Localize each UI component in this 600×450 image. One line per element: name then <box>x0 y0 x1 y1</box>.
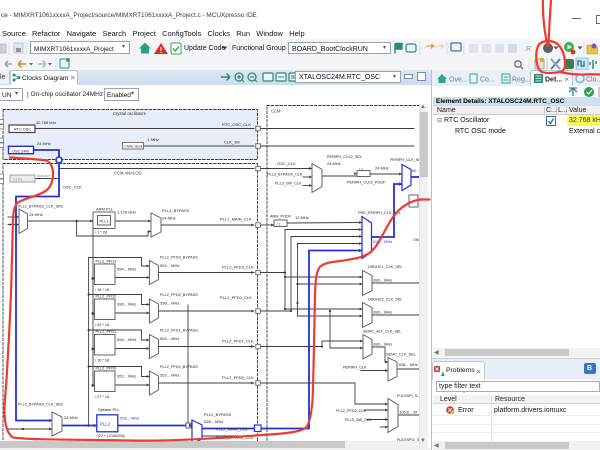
svg-text:RTC OSC: RTC OSC <box>14 128 31 132</box>
svg-text:1.176 GHz: 1.176 GHz <box>117 210 136 215</box>
svg-text:USDHC2_CLK_SEL: USDHC2_CLK_SEL <box>368 298 402 302</box>
svg-text:CLK1: CLK1 <box>13 178 23 182</box>
svg-text:352... MHz: 352... MHz <box>117 374 136 379</box>
svg-text:PLL2_BYPASS: PLL2_BYPASS <box>204 412 232 417</box>
svg-text:528... MHz: 528... MHz <box>373 239 392 244</box>
svg-text:PLL2_BYPASS_CLK_SRC: PLL2_BYPASS_CLK_SRC <box>18 403 64 407</box>
svg-text:PLL2_PFD2_CLK: PLL2_PFD2_CLK <box>336 409 367 413</box>
svg-text:/ 24 * 18: / 24 * 18 <box>95 323 109 327</box>
svg-text:24 MHz: 24 MHz <box>375 166 389 171</box>
svg-text:1 MHz clock: 1 MHz clock <box>124 144 143 148</box>
svg-text:528... MHz: 528... MHz <box>120 416 139 421</box>
svg-text:396... MHz: 396... MHz <box>160 301 179 306</box>
svg-text:396... MHz: 396... MHz <box>373 342 392 347</box>
svg-text:ARM PLL: ARM PLL <box>96 207 114 212</box>
svg-text:PERIPH_CLK: PERIPH_CLK <box>343 366 367 370</box>
svg-text:Reg...: Reg... <box>512 77 531 84</box>
svg-text:/ 2: / 2 <box>277 222 281 226</box>
svg-text:/ 1: / 1 <box>359 168 363 172</box>
svg-text:528... MHz: 528... MHz <box>399 362 418 367</box>
svg-text:PLL2_PFD0_BYPASS: PLL2_PFD0_BYPASS <box>160 365 198 369</box>
svg-text:PLL1: PLL1 <box>100 219 110 224</box>
svg-text:PLL2_PFD3_BYPASS: PLL2_PFD3_BYPASS <box>160 256 198 260</box>
svg-text:396... MHz: 396... MHz <box>373 310 392 315</box>
svg-text:PLL2_PFD1_BYPASS: PLL2_PFD1_BYPASS <box>160 329 198 333</box>
svg-text:PLL2_MAIN_CLK: PLL2_MAIN_CLK <box>216 427 248 432</box>
svg-text:105.6... M: 105.6... M <box>399 410 417 415</box>
svg-text:FLEXSPI_S...: FLEXSPI_S... <box>397 394 419 398</box>
svg-text:System PLL: System PLL <box>98 407 120 412</box>
svg-text:594... MHz: 594... MHz <box>160 263 179 268</box>
svg-text:24 MHz: 24 MHz <box>37 141 51 146</box>
svg-text:396... MHz: 396... MHz <box>117 302 136 307</box>
svg-text:Crystal oscillators: Crystal oscillators <box>113 111 146 116</box>
svg-text:PLL2_PFD2_BYPASS: PLL2_PFD2_BYPASS <box>160 293 198 297</box>
svg-text:PLL2_PFD0_CLK: PLL2_PFD0_CLK <box>222 375 254 380</box>
svg-text:PERIPH_CLK2_PODF: PERIPH_CLK2_PODF <box>347 181 386 185</box>
svg-text:/ 27 * 18: / 27 * 18 <box>95 395 109 399</box>
svg-text:CCM: CCM <box>271 109 281 114</box>
svg-text:1 MHz: 1 MHz <box>148 137 160 142</box>
svg-text:PLL2_PFD3: PLL2_PFD3 <box>96 260 117 264</box>
svg-text:CLK_1M: CLK_1M <box>224 140 240 145</box>
svg-text:PLL2_PFD0_CLK: PLL2_PFD0_CLK <box>220 295 252 300</box>
svg-text:PLL2_PFD3_CLK: PLL2_PFD3_CLK <box>222 265 254 270</box>
svg-text:/ 16 * 18: / 16 * 18 <box>95 359 109 363</box>
svg-text:594... MHz: 594... MHz <box>160 336 179 341</box>
svg-text:Co...: Co... <box>480 77 495 84</box>
svg-text:ARM_PODF: ARM_PODF <box>270 215 292 219</box>
svg-text:12 MHz: 12 MHz <box>295 215 309 220</box>
svg-text:396... MHz: 396... MHz <box>373 278 392 283</box>
svg-text:24 MHz: 24 MHz <box>327 161 341 166</box>
svg-text:32.768 kHz: 32.768 kHz <box>36 120 56 125</box>
svg-text:!: ! <box>160 46 163 55</box>
svg-text:PLL3_SW_CLK: PLL3_SW_CLK <box>275 182 302 186</box>
svg-text:PLL2_PFD1: PLL2_PFD1 <box>96 330 117 334</box>
svg-text:.R: .R <box>524 46 531 53</box>
svg-text:PERIPH_CLK_SE: PERIPH_CLK_SE <box>390 158 419 162</box>
svg-text:Clo...: Clo... <box>586 77 600 84</box>
svg-text:352... MHz: 352... MHz <box>160 373 179 378</box>
svg-text:PLL2_BYPASS_CLK: PLL2_BYPASS_CLK <box>216 435 254 440</box>
svg-text:/ 16 * 18: / 16 * 18 <box>95 288 109 292</box>
svg-text:OSC 24M: OSC 24M <box>12 149 29 153</box>
svg-text:PLL2: PLL2 <box>100 422 110 427</box>
svg-text:PLL3_BYPASS_CLK: PLL3_BYPASS_CLK <box>267 173 303 177</box>
svg-text:594... MHz: 594... MHz <box>117 267 136 272</box>
svg-text:PLL2_PFD1_CLK: PLL2_PFD1_CLK <box>222 339 254 344</box>
svg-text:OSC_CLK: OSC_CLK <box>277 161 296 166</box>
svg-text:SEMC_ALT_CLK_SEL: SEMC_ALT_CLK_SEL <box>363 330 402 334</box>
svg-text:24 MHz: 24 MHz <box>162 216 176 221</box>
svg-text:Inactive: Inactive <box>37 173 52 178</box>
svg-text:Ove...: Ove... <box>449 77 468 84</box>
svg-text:528... MHz: 528... MHz <box>204 419 223 424</box>
svg-text:594... MHz: 594... MHz <box>117 337 136 342</box>
svg-text:*(22 + (1/160000)): *(22 + (1/160000)) <box>97 434 126 438</box>
svg-text:PLL3_SW_CLK: PLL3_SW_CLK <box>345 418 372 422</box>
svg-text:PLL1_MAIN_CLK: PLL1_MAIN_CLK <box>220 217 252 222</box>
svg-text:PRE_PERIPH_CLK_SEL: PRE_PERIPH_CLK_SEL <box>358 211 401 215</box>
svg-text:PLL1_BYPASS_CLK_SRC: PLL1_BYPASS_CLK_SRC <box>18 205 64 209</box>
svg-text:/ 1 * 28: / 1 * 28 <box>95 231 107 235</box>
svg-text:24 MHz: 24 MHz <box>64 415 78 420</box>
svg-text:RTC_OSC_CLK: RTC_OSC_CLK <box>222 122 251 127</box>
svg-text:SEMC_CLK_SEL: SEMC_CLK_SEL <box>386 353 416 357</box>
svg-text:PLL2_PFD0: PLL2_PFD0 <box>96 367 117 371</box>
svg-text:PERIPH_CLK2_SEL: PERIPH_CLK2_SEL <box>327 155 362 159</box>
svg-text:24 MHz: 24 MHz <box>29 212 43 217</box>
svg-text:PLL1_BYPASS: PLL1_BYPASS <box>162 208 190 213</box>
svg-text:✕: ✕ <box>564 77 569 84</box>
svg-text:62...: 62... <box>412 169 419 173</box>
svg-text:Det...: Det... <box>545 77 562 84</box>
svg-text:OSC_CLK: OSC_CLK <box>63 185 82 190</box>
svg-text:PLL2_PFD2: PLL2_PFD2 <box>96 295 117 299</box>
svg-text:CCM ANALOG: CCM ANALOG <box>114 171 142 176</box>
svg-text:USDHC1_CLK_SEL: USDHC1_CLK_SEL <box>368 265 402 269</box>
